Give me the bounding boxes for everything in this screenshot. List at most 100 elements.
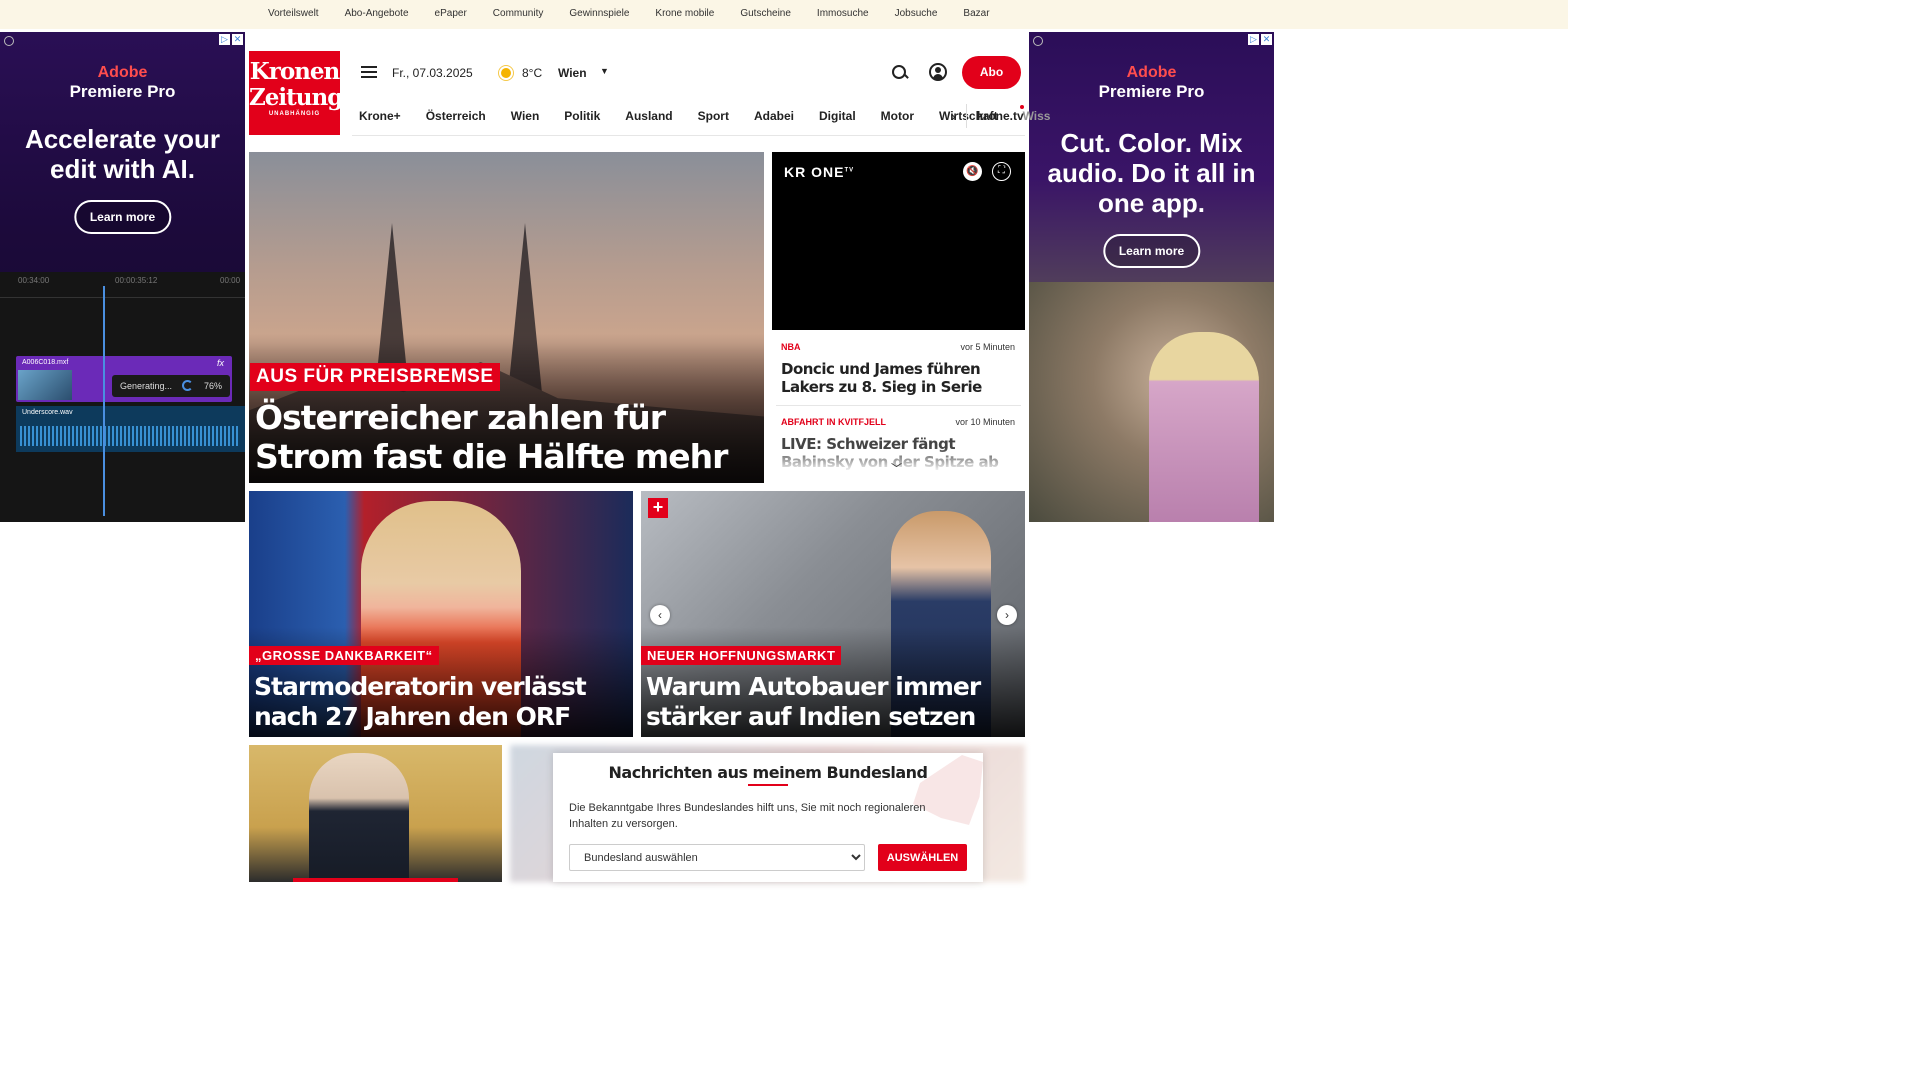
nav-krone-tv[interactable]: krone.tv [977, 109, 1024, 123]
generating-status: Generating... 76% [112, 375, 230, 397]
ad-timeline-graphic: 00:34:00 00:00:35:12 00:00 A006C018.mxf … [0, 272, 245, 522]
ad-right[interactable]: ▷ ✕ Adobe Premiere Pro Cut. Color. Mix a… [1029, 32, 1274, 522]
card-title[interactable]: Warum Autobauer immer stärker auf Indien… [646, 672, 1020, 732]
utility-nav-item[interactable]: ePaper [435, 8, 467, 19]
nav-item[interactable]: Österreich [426, 109, 486, 123]
ticker-title[interactable]: Doncic und James führen Lakers zu 8. Sie… [781, 360, 1017, 396]
nav-item[interactable]: Digital [819, 109, 856, 123]
nav-item[interactable]: Wien [511, 109, 540, 123]
hero-title[interactable]: Österreicher zahlen für Strom fast die H… [255, 398, 760, 476]
ad-product: Premiere Pro [69, 82, 176, 101]
fullscreen-icon[interactable]: ⛶ [992, 162, 1011, 181]
ad-left[interactable]: ▷ ✕ Adobe Premiere Pro Accelerate your e… [0, 32, 245, 522]
utility-nav: Vorteilswelt Abo-Angebote ePaper Community G… [268, 8, 1016, 19]
utility-nav-item[interactable]: Gutscheine [740, 8, 791, 19]
nav-item[interactable]: Ausland [625, 109, 672, 123]
nav-items: Krone+ Österreich Wien Politik Ausland Sport A… [352, 96, 1050, 136]
nav-divider [966, 104, 967, 128]
card-title[interactable]: Starmoderatorin verlässt nach 27 Jahren … [254, 672, 628, 732]
ticker-time: vor 10 Minuten [955, 417, 1015, 427]
mute-icon[interactable]: 🔇 [963, 162, 982, 181]
timeline-ruler: 00:34:00 00:00:35:12 00:00 [0, 272, 245, 298]
adchoices-logo-icon[interactable] [1033, 36, 1043, 46]
nav-item-partial[interactable]: Wiss [1023, 109, 1051, 123]
ad-person-image [1149, 332, 1259, 522]
bundesland-dialog: Nachrichten aus meinem Bundesland Die Be… [553, 753, 983, 882]
ad-headline: Cut. Color. Mix audio. Do it all in one … [1047, 128, 1256, 218]
politician-image [309, 753, 409, 882]
city-selector[interactable]: Wien [558, 66, 587, 80]
article-card-small[interactable] [249, 745, 502, 882]
title-underline [748, 784, 788, 786]
utility-nav-item[interactable]: Abo-Angebote [345, 8, 409, 19]
utility-nav-item[interactable]: Gewinnspiele [569, 8, 629, 19]
abo-button[interactable]: Abo [962, 56, 1021, 89]
ruler-time: 00:00:35:12 [115, 276, 158, 285]
logo-line2: Zeitung [249, 84, 343, 111]
ad-learn-more-button[interactable]: Learn more [73, 200, 172, 234]
article-card[interactable]: + ‹ › NEUER HOFFNUNGSMARKT Warum Autobau… [641, 491, 1025, 737]
nav-item[interactable]: Politik [564, 109, 600, 123]
adchoices[interactable]: ▷ ✕ [1248, 34, 1272, 45]
card-kicker: „GROSSE DANKBARKEIT“ [249, 646, 439, 665]
utility-nav-item[interactable]: Community [493, 8, 544, 19]
generating-label: Generating... [120, 381, 173, 391]
krone-plus-icon: + [648, 498, 668, 518]
nav-item[interactable]: Sport [698, 109, 729, 123]
utility-nav-item[interactable]: Bazar [963, 8, 989, 19]
chevron-right-icon[interactable]: › [951, 108, 956, 124]
card-kicker: NEUER HOFFNUNGSMARKT [641, 646, 842, 665]
main-nav: Krone+ Österreich Wien Politik Ausland Sport A… [352, 96, 1050, 136]
utility-nav-item[interactable]: Vorteilswelt [268, 8, 319, 19]
hero-kicker: AUS FÜR PREISBREMSE [250, 363, 500, 391]
utility-nav-item[interactable]: Krone mobile [655, 8, 714, 19]
current-date: Fr., 07.03.2025 [392, 66, 473, 80]
ticker-item[interactable]: NBA vor 5 Minuten Doncic und James führe… [772, 340, 1025, 402]
carousel-next-icon[interactable]: › [997, 605, 1017, 625]
ad-headline: Accelerate your edit with AI. [24, 124, 221, 184]
playhead [103, 286, 105, 516]
choose-button[interactable]: AUSWÄHLEN [878, 844, 967, 871]
nav-item[interactable]: Adabei [754, 109, 794, 123]
kronen-zeitung-logo[interactable]: Kronen Zeitung UNABHÄNGIG [249, 51, 343, 135]
ruler-time: 00:34:00 [18, 276, 50, 285]
adchoices-logo-icon[interactable] [4, 36, 14, 46]
utility-nav-item[interactable]: Jobsuche [895, 8, 938, 19]
dialog-title: Nachrichten aus meinem Bundesland [608, 763, 928, 782]
logo-tagline: UNABHÄNGIG [268, 111, 321, 117]
adchoices-icon[interactable]: ▷ [219, 34, 230, 45]
nav-item[interactable]: Motor [881, 109, 914, 123]
menu-icon[interactable] [361, 66, 377, 78]
temperature: 8°C [522, 66, 543, 80]
close-ad-icon[interactable]: ✕ [1261, 34, 1272, 45]
ad-learn-more-button[interactable]: Learn more [1102, 234, 1201, 268]
ticker-category: NBA [781, 342, 801, 352]
search-icon[interactable] [891, 64, 909, 82]
ticker-time: vor 5 Minuten [960, 342, 1015, 352]
caret-down-icon[interactable]: ▼ [600, 66, 609, 76]
dialog-description: Die Bekanntgabe Ihres Bundeslandes hilft… [569, 802, 926, 830]
utility-bar: Vorteilswelt Abo-Angebote ePaper Community G… [0, 0, 1568, 29]
krone-tv-video[interactable]: KR ONETV 🔇 ⛶ [772, 152, 1025, 330]
ticker-category: ABFAHRT IN KVITFJELL [781, 417, 886, 427]
user-account-icon[interactable] [929, 63, 947, 81]
chevron-down-icon[interactable]: ﹀ [891, 460, 902, 476]
fx-icon: fx [216, 358, 224, 368]
adchoices-icon[interactable]: ▷ [1248, 34, 1259, 45]
utility-nav-item[interactable]: Immosuche [817, 8, 869, 19]
clip-thumbnail [18, 370, 72, 400]
audio-clip-name: Underscore.wav [22, 409, 73, 416]
sun-icon [497, 64, 515, 82]
live-dot-icon [1020, 105, 1024, 109]
logo-line1: Kronen [249, 58, 341, 85]
nav-item[interactable]: Krone+ [359, 109, 401, 123]
generating-percent: 76% [203, 381, 222, 391]
close-ad-icon[interactable]: ✕ [232, 34, 243, 45]
article-card[interactable]: „GROSSE DANKBARKEIT“ Starmoderatorin ver… [249, 491, 633, 737]
krone-tv-logo: KR ONETV [784, 164, 855, 180]
ad-brand: Adobe [97, 64, 148, 81]
ad-product: Premiere Pro [1098, 82, 1205, 101]
bundesland-select[interactable]: Bundesland auswählen [569, 844, 865, 871]
adchoices[interactable]: ▷ ✕ [219, 34, 243, 45]
carousel-prev-icon[interactable]: ‹ [650, 605, 670, 625]
